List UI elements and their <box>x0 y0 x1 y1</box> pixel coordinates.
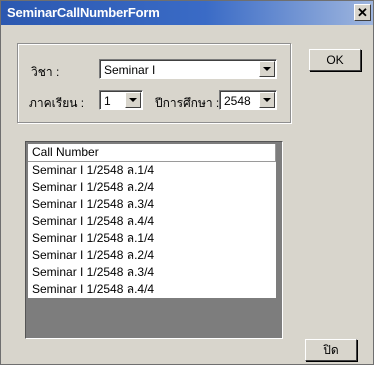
subject-label: วิชา : <box>31 65 60 79</box>
list-item[interactable]: Seminar I 1/2548 ล.1/4 <box>28 162 276 179</box>
semester-dropdown[interactable]: 1 <box>99 90 143 110</box>
call-number-panel: Call Number Seminar I 1/2548 ล.1/4 Semin… <box>25 141 283 339</box>
ok-button-label: OK <box>326 53 344 67</box>
list-item[interactable]: Seminar I 1/2548 ล.1/4 <box>28 230 276 247</box>
close-icon: ✕ <box>357 5 368 20</box>
title-bar[interactable]: SeminarCallNumberForm ✕ <box>1 1 373 25</box>
year-dropdown[interactable]: 2548 <box>219 90 277 110</box>
list-item[interactable]: Seminar I 1/2548 ล.4/4 <box>28 281 276 298</box>
chevron-down-icon[interactable] <box>259 61 275 77</box>
semester-dropdown-value: 1 <box>104 94 111 108</box>
list-item[interactable]: Seminar I 1/2548 ล.4/4 <box>28 213 276 230</box>
call-number-list[interactable]: Call Number Seminar I 1/2548 ล.1/4 Semin… <box>28 144 276 298</box>
subject-dropdown-value: Seminar I <box>104 63 156 77</box>
dialog-window: SeminarCallNumberForm ✕ วิชา : Seminar I… <box>0 0 374 365</box>
year-label: ปีการศึกษา : <box>155 96 220 110</box>
chevron-down-icon[interactable] <box>259 92 275 108</box>
close-button[interactable]: ปิด <box>305 339 357 361</box>
year-dropdown-value: 2548 <box>224 94 251 108</box>
window-title: SeminarCallNumberForm <box>7 5 160 20</box>
chevron-down-icon[interactable] <box>125 92 141 108</box>
close-window-button[interactable]: ✕ <box>354 4 371 21</box>
ok-button[interactable]: OK <box>309 49 361 71</box>
subject-dropdown[interactable]: Seminar I <box>99 59 277 79</box>
list-item[interactable]: Seminar I 1/2548 ล.2/4 <box>28 247 276 264</box>
list-item[interactable]: Seminar I 1/2548 ล.3/4 <box>28 264 276 281</box>
close-button-label: ปิด <box>323 342 339 357</box>
list-item[interactable]: Seminar I 1/2548 ล.2/4 <box>28 179 276 196</box>
semester-label: ภาคเรียน : <box>29 96 85 110</box>
call-number-column-header[interactable]: Call Number <box>28 144 276 162</box>
list-item[interactable]: Seminar I 1/2548 ล.3/4 <box>28 196 276 213</box>
